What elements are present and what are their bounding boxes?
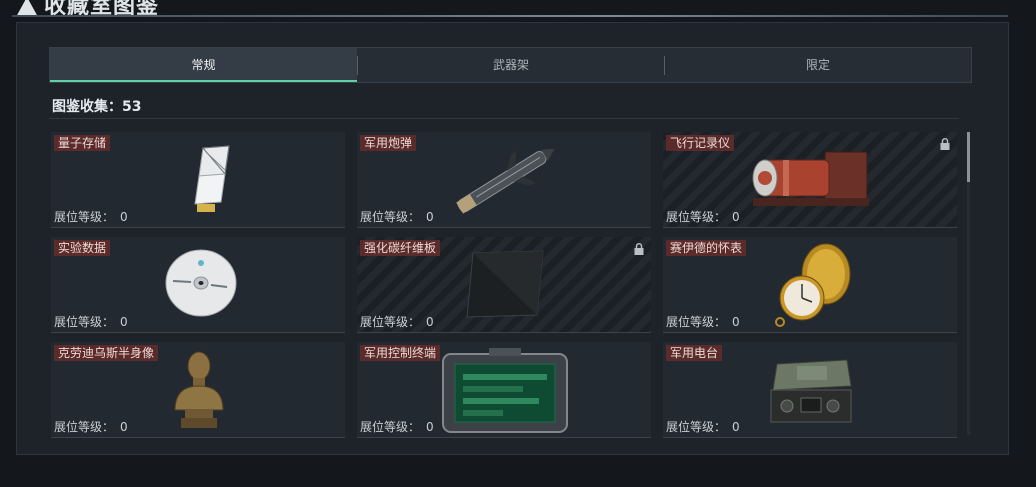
level-label: 展位等级：: [360, 210, 421, 224]
item-name: 飞行记录仪: [666, 135, 735, 151]
item-level: 展位等级： 0: [666, 208, 740, 225]
carbon-plate-icon: [466, 250, 544, 318]
level-label: 展位等级：: [54, 420, 115, 434]
item-name: 军用控制终端: [360, 345, 441, 361]
artillery-shell-icon: [456, 148, 555, 214]
item-card[interactable]: 实验数据 展位等级： 0: [51, 237, 345, 333]
tab-limited[interactable]: 限定: [665, 48, 971, 82]
bust-icon: [174, 351, 224, 428]
item-name: 强化碳纤维板: [360, 240, 441, 256]
pocket-watch-icon: [775, 243, 851, 327]
section-divider: [49, 118, 959, 119]
tab-regular[interactable]: 常规: [50, 48, 357, 82]
level-label: 展位等级：: [54, 315, 115, 329]
lock-icon: [940, 138, 950, 150]
item-card[interactable]: 量子存储 展位等级： 0: [51, 132, 345, 228]
level-label: 展位等级：: [54, 210, 115, 224]
item-card[interactable]: 军用炮弹 展位等级： 0: [357, 132, 651, 228]
item-level: 展位等级： 0: [54, 418, 128, 435]
window-header: 收藏室图鉴: [0, 0, 1036, 20]
item-name: 赛伊德的怀表: [666, 240, 747, 256]
item-card[interactable]: 飞行记录仪 展位等级： 0: [663, 132, 957, 228]
item-level: 展位等级： 0: [666, 313, 740, 330]
item-name: 量子存储: [54, 135, 111, 151]
collection-number: 53: [122, 99, 142, 115]
item-card[interactable]: 军用控制终端 展位等级： 0: [357, 342, 651, 438]
lock-icon: [634, 243, 644, 255]
level-value: 0: [426, 210, 434, 224]
collection-count: 图鉴收集：53: [52, 96, 141, 116]
level-value: 0: [732, 420, 740, 434]
page-title: 收藏室图鉴: [16, 0, 159, 20]
level-value: 0: [426, 315, 434, 329]
level-label: 展位等级：: [360, 315, 421, 329]
level-value: 0: [426, 420, 434, 434]
level-value: 0: [120, 210, 128, 224]
item-level: 展位等级： 0: [54, 208, 128, 225]
item-card[interactable]: 克劳迪乌斯半身像 展位等级： 0: [51, 342, 345, 438]
level-label: 展位等级：: [666, 420, 727, 434]
quantum-storage-icon: [194, 145, 230, 212]
flight-recorder-icon: [752, 151, 869, 206]
radio-icon: [770, 359, 852, 423]
item-level: 展位等级： 0: [360, 313, 434, 330]
item-level: 展位等级： 0: [360, 208, 434, 225]
level-value: 0: [732, 315, 740, 329]
item-name: 军用电台: [666, 345, 723, 361]
level-label: 展位等级：: [666, 315, 727, 329]
category-tabs: 常规 武器架 限定: [49, 47, 972, 83]
item-name: 实验数据: [54, 240, 111, 256]
level-value: 0: [732, 210, 740, 224]
level-label: 展位等级：: [666, 210, 727, 224]
header-divider: [12, 15, 1008, 17]
item-level: 展位等级： 0: [54, 313, 128, 330]
item-name: 军用炮弹: [360, 135, 417, 151]
item-card[interactable]: 赛伊德的怀表 展位等级： 0: [663, 237, 957, 333]
level-value: 0: [120, 315, 128, 329]
level-label: 展位等级：: [360, 420, 421, 434]
collection-label: 图鉴收集：: [52, 99, 122, 115]
item-card[interactable]: 强化碳纤维板 展位等级： 0: [357, 237, 651, 333]
item-card[interactable]: 军用电台 展位等级： 0: [663, 342, 957, 438]
scrollbar-thumb[interactable]: [967, 132, 970, 182]
item-level: 展位等级： 0: [666, 418, 740, 435]
level-value: 0: [120, 420, 128, 434]
item-name: 克劳迪乌斯半身像: [54, 345, 159, 361]
item-level: 展位等级： 0: [360, 418, 434, 435]
data-disc-icon: [165, 249, 237, 317]
control-terminal-icon: [442, 348, 568, 433]
tab-weapon-rack[interactable]: 武器架: [358, 48, 664, 82]
